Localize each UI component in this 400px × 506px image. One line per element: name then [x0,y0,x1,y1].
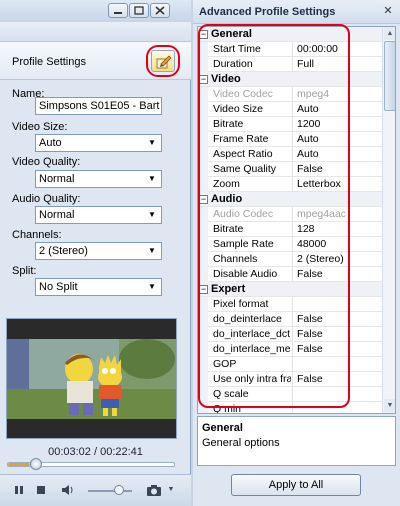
video-quality-value: Normal [39,173,75,185]
right-title-bar: Advanced Profile Settings ✕ [193,0,400,24]
apply-to-all-button[interactable]: Apply to All [231,474,361,496]
close-button[interactable] [150,3,170,18]
time-readout: 00:03:02 / 00:22:41 [48,446,143,458]
edit-button-highlight [146,45,180,77]
split-value: No Split [39,281,78,293]
stop-icon[interactable] [34,483,48,497]
minimize-icon [114,12,122,14]
scroll-down-icon[interactable]: ▼ [384,399,395,412]
video-size-value: Auto [39,137,62,149]
channels-value: 2 (Stereo) [39,245,88,257]
profile-settings-panel: Profile Settings Name: Video Size: Auto … [0,0,191,506]
description-pane: General General options [197,416,396,466]
pause-icon[interactable] [12,483,26,497]
maximize-button[interactable] [129,3,149,18]
maximize-icon [134,6,144,15]
profile-settings-label: Profile Settings [12,56,86,68]
channels-select[interactable]: 2 (Stereo) ▼ [35,242,162,260]
camera-icon[interactable] [146,483,162,497]
chevron-down-icon: ▼ [148,210,156,219]
scrollbar-thumb[interactable] [384,41,395,111]
scroll-up-icon[interactable]: ▲ [384,27,395,40]
seek-bar-fill [8,463,30,466]
close-icon [155,6,165,15]
audio-quality-value: Normal [39,209,75,221]
chevron-down-icon: ▼ [148,174,156,183]
description-text: General options [202,437,280,449]
channels-label: Channels: [12,229,62,241]
seek-thumb[interactable] [30,458,42,470]
left-toolbar-band [0,22,191,42]
split-select[interactable]: No Split ▼ [35,278,162,296]
description-title: General [202,422,243,434]
video-frame-image [7,319,176,438]
panel-title: Advanced Profile Settings [199,6,336,18]
video-size-select[interactable]: Auto ▼ [35,134,162,152]
left-title-bar [0,0,191,22]
video-size-label: Video Size: [12,121,68,133]
settings-grid-highlight [198,24,350,408]
video-quality-label: Video Quality: [12,156,81,168]
camera-dropdown-icon[interactable]: ▼ [166,483,176,497]
name-field[interactable] [35,97,162,115]
chevron-down-icon: ▼ [148,246,156,255]
volume-thumb[interactable] [114,485,124,495]
vertical-scrollbar[interactable]: ▲ ▼ [382,27,395,413]
audio-quality-select[interactable]: Normal ▼ [35,206,162,224]
close-icon[interactable]: ✕ [380,4,396,18]
video-quality-select[interactable]: Normal ▼ [35,170,162,188]
chevron-down-icon: ▼ [148,282,156,291]
video-preview[interactable] [6,318,177,439]
volume-slider[interactable] [88,490,132,492]
audio-quality-label: Audio Quality: [12,193,81,205]
chevron-down-icon: ▼ [148,138,156,147]
minimize-button[interactable] [108,3,128,18]
split-label: Split: [12,265,37,277]
playback-controls: ▼ [0,474,191,506]
speaker-icon[interactable] [60,483,74,497]
